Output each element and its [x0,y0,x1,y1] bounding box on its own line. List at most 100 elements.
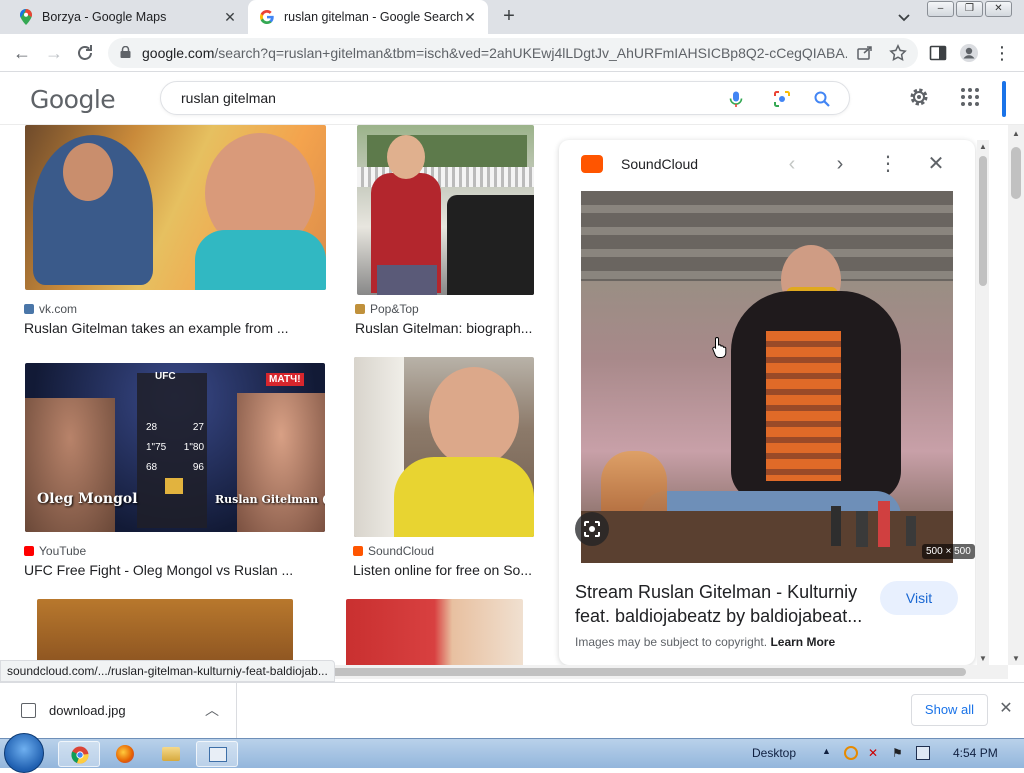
apps-grid-icon[interactable] [959,86,981,108]
hand-cursor-icon [712,336,727,358]
result-image[interactable] [354,357,534,537]
window-controls: ‒ ❐ ✕ [927,1,1012,17]
voice-search-icon[interactable] [727,90,745,108]
back-icon[interactable]: ← [10,41,34,65]
chrome-menu-icon[interactable]: ⋮ [992,43,1012,63]
taskbar-chrome[interactable] [58,741,100,767]
result-source[interactable]: SoundCloud [353,544,434,558]
network-icon[interactable] [916,746,930,760]
ufc-logo: UFC [155,371,176,382]
side-panel-icon[interactable] [928,43,948,63]
google-logo[interactable]: Google [30,85,116,114]
channel-logo: МАТЧ! [266,373,304,386]
taskbar-app[interactable] [196,741,238,767]
panel-scrollbar[interactable]: ▲ ▼ [977,140,989,665]
status-bar-url: soundcloud.com/.../ruslan-gitelman-kultu… [0,660,335,682]
window-app-icon [209,747,227,762]
chevron-up-icon[interactable]: ︿ [205,700,219,720]
close-window-button[interactable]: ✕ [985,1,1012,17]
taskbar-explorer[interactable] [150,741,192,767]
result-image[interactable] [346,599,523,665]
desktop-toolbar-label[interactable]: Desktop [752,746,796,760]
share-icon[interactable] [856,44,874,62]
lens-search-icon[interactable] [773,90,791,108]
start-button[interactable] [4,733,44,773]
chrome-icon [71,746,89,764]
fight-stats: 28 27 1"75 1"80 68 96 [146,422,204,473]
new-tab-button[interactable]: + [498,6,520,28]
close-icon[interactable]: ✕ [996,699,1016,719]
download-item[interactable]: download.jpg ︿ [0,683,237,739]
visit-button[interactable]: Visit [880,581,958,615]
copyright-notice: Images may be subject to copyright. Lear… [575,635,836,649]
reload-icon[interactable] [74,42,96,64]
search-icon[interactable] [813,90,831,108]
settings-gear-icon[interactable] [908,86,930,108]
lens-icon[interactable] [575,512,609,546]
fighter-name-right: Ruslan Gitelman (C) [215,493,325,506]
result-image[interactable] [25,125,326,290]
close-icon[interactable]: ✕ [924,152,948,176]
tab-title: Borzya - Google Maps [42,10,167,24]
result-title[interactable]: Ruslan Gitelman: biograph... [355,320,535,336]
next-icon[interactable]: › [828,152,852,176]
bookmark-star-icon[interactable] [889,44,907,62]
search-query[interactable]: ruslan gitelman [181,90,276,106]
soundcloud-logo-icon [581,155,603,173]
youtube-favicon-icon [24,546,34,556]
result-image[interactable] [37,599,293,665]
more-options-icon[interactable]: ⋮ [876,152,900,176]
tab-google-maps[interactable]: Borzya - Google Maps ✕ [8,0,248,34]
show-all-button[interactable]: Show all [911,694,988,726]
page-scrollbar[interactable]: ▲ ▼ [1008,125,1024,665]
clock[interactable]: 4:54 PM [953,746,998,760]
firefox-icon [116,745,134,763]
address-bar[interactable]: google.com/search?q=ruslan+gitelman&tbm=… [108,38,918,68]
result-image[interactable] [357,125,534,295]
volume-muted-icon[interactable]: ✕ [868,746,882,760]
soundcloud-favicon-icon [353,546,363,556]
close-tab-icon[interactable]: ✕ [462,9,478,25]
forward-icon[interactable]: → [42,41,66,65]
panel-scrollbar-thumb[interactable] [979,156,987,286]
download-filename: download.jpg [49,703,126,718]
restore-button[interactable]: ❐ [956,1,983,17]
panel-source[interactable]: SoundCloud [621,156,698,172]
close-tab-icon[interactable]: ✕ [222,9,238,25]
result-source[interactable]: vk.com [24,302,77,316]
browser-toolbar: ← → google.com/search?q=ruslan+gitelman&… [0,34,1024,72]
page-scrollbar-thumb[interactable] [1011,147,1021,199]
google-g-icon [260,10,274,24]
fighter-name-left: Oleg Mongol [37,491,138,507]
previous-icon[interactable]: ‹ [780,152,804,176]
minimize-button[interactable]: ‒ [927,1,954,17]
lock-icon[interactable] [120,46,131,58]
account-accent-bar [1002,81,1006,117]
search-tray-icon[interactable] [844,746,858,760]
folder-icon [162,747,180,761]
poptop-favicon-icon [355,304,365,314]
result-source[interactable]: Pop&Top [355,302,419,316]
result-image[interactable]: UFC МАТЧ! 28 27 1"75 1"80 68 96 Oleg Mongol… [25,363,325,532]
tray-expand-icon[interactable]: ▲ [822,746,831,756]
preview-title[interactable]: Stream Ruslan Gitelman - Kulturniy feat.… [575,580,875,628]
tab-search-chevron-icon[interactable] [895,8,913,26]
maps-pin-icon [20,9,32,25]
result-title[interactable]: Listen online for free on So... [353,562,535,578]
result-title[interactable]: UFC Free Fight - Oleg Mongol vs Ruslan .… [24,562,304,578]
taskbar-firefox[interactable] [104,741,146,767]
profile-avatar-icon[interactable] [959,43,979,63]
dimension-badge: 500 × 500 [922,544,975,559]
image-file-icon [21,703,36,718]
tab-google-search[interactable]: ruslan gitelman - Google Search ✕ [248,0,488,34]
learn-more-link[interactable]: Learn More [770,635,835,649]
url-text: google.com/search?q=ruslan+gitelman&tbm=… [142,45,847,61]
preview-image[interactable] [581,191,953,563]
panel-header: SoundCloud ‹ › ⋮ ✕ [559,140,975,190]
tab-title: ruslan gitelman - Google Search [284,10,464,24]
search-box[interactable]: ruslan gitelman [160,81,850,115]
downloads-bar: download.jpg ︿ Show all ✕ [0,682,1024,739]
result-source[interactable]: YouTube [24,544,86,558]
flag-icon[interactable]: ⚑ [892,746,906,760]
result-title[interactable]: Ruslan Gitelman takes an example from ..… [24,320,304,336]
